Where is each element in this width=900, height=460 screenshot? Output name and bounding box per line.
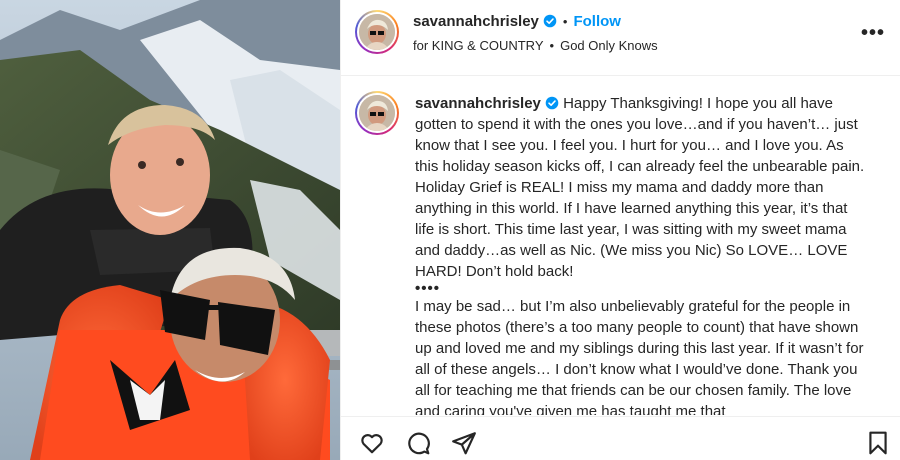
comment-button[interactable] — [405, 430, 431, 456]
share-icon — [452, 432, 476, 455]
audio-attribution[interactable]: for KING & COUNTRY • God Only Knows — [413, 38, 658, 53]
caption-avatar[interactable] — [355, 91, 399, 135]
heart-icon — [361, 434, 383, 454]
comment-icon — [408, 432, 430, 455]
caption-area: savannahchrisley Happy Thanksgiving! I h… — [341, 77, 900, 415]
action-bar — [341, 416, 900, 460]
header-separator: • — [562, 14, 568, 29]
selfie-image — [0, 0, 340, 460]
verified-badge-icon — [545, 96, 559, 110]
post-photo[interactable] — [0, 0, 340, 460]
caption-text: savannahchrisley Happy Thanksgiving! I h… — [415, 93, 867, 415]
caption-paragraph-1: savannahchrisley Happy Thanksgiving! I h… — [415, 93, 867, 282]
share-button[interactable] — [451, 430, 477, 456]
header-user-row: savannahchrisley • Follow — [413, 13, 621, 30]
caption-body-2: I may be sad… but I’m also unbelievably … — [415, 298, 864, 415]
caption-separator: •••• — [415, 280, 441, 297]
audio-separator: • — [549, 38, 555, 53]
caption-body-1: Happy Thanksgiving! I hope you all have … — [415, 95, 865, 280]
username-link[interactable]: savannahchrisley — [413, 13, 539, 30]
verified-badge-icon — [543, 14, 557, 28]
audio-song[interactable]: God Only Knows — [560, 38, 658, 53]
audio-artist[interactable]: for KING & COUNTRY — [413, 38, 544, 53]
save-button[interactable] — [865, 430, 891, 456]
post-sidebar: savannahchrisley • Follow for KING & COUNT… — [340, 0, 900, 460]
like-button[interactable] — [359, 430, 385, 456]
post-header: savannahchrisley • Follow for KING & COUNT… — [341, 0, 900, 76]
more-options-icon[interactable]: ••• — [861, 22, 885, 45]
follow-button[interactable]: Follow — [573, 13, 621, 30]
caption-username-link[interactable]: savannahchrisley — [415, 95, 541, 112]
caption-avatar-image — [357, 93, 397, 133]
avatar[interactable] — [355, 10, 399, 54]
avatar-image — [357, 12, 397, 52]
bookmark-icon — [869, 431, 887, 455]
